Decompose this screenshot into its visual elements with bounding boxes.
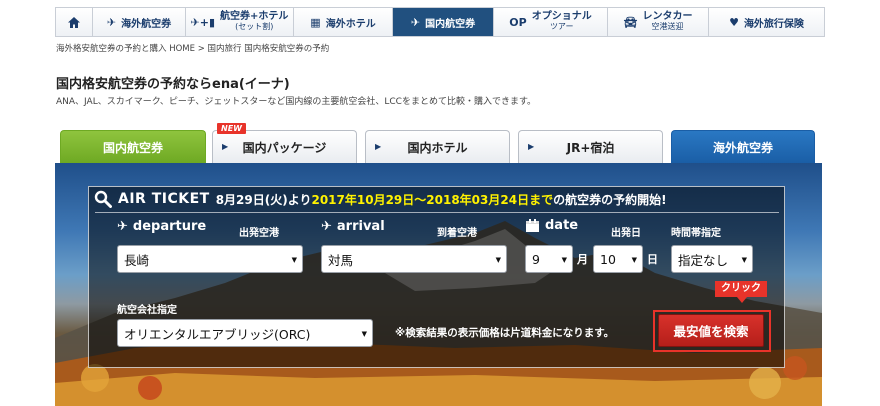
chevron-down-icon: ▼ (631, 256, 637, 264)
chevron-down-icon: ▼ (741, 256, 747, 264)
top-nav: ✈ 海外航空券 ✈+▮ 航空券+ホテル (セット割) ▦ 海外ホテル ✈ 国内航空… (55, 7, 825, 37)
click-callout: クリック (715, 281, 767, 297)
day-select[interactable]: 10 ▼ (593, 245, 643, 273)
arrival-label: 到着空港 (437, 228, 477, 239)
chevron-down-icon: ▼ (361, 330, 367, 338)
arrival-heading: ✈ arrival (321, 219, 385, 234)
tab-jr-stay[interactable]: ▶ JR+宿泊 (518, 130, 663, 163)
day-unit: 日 (647, 253, 658, 266)
airline-select[interactable]: オリエンタルエアブリッジ(ORC) ▼ (117, 319, 373, 347)
nav-overseas-flights[interactable]: ✈ 海外航空券 (93, 8, 186, 36)
search-icon (94, 190, 112, 208)
arrow-right-icon: ▶ (222, 142, 229, 151)
nav-overseas-hotels[interactable]: ▦ 海外ホテル (294, 8, 393, 36)
hotel-icon: ▦ (310, 15, 321, 29)
tab-overseas-flights[interactable]: 海外航空券 (671, 130, 815, 163)
date-label: 出発日 (611, 228, 641, 239)
chevron-down-icon: ▼ (495, 256, 501, 264)
tab-domestic-hotels[interactable]: ▶ 国内ホテル (365, 130, 510, 163)
tab-domestic-flights[interactable]: 国内航空券 (60, 130, 206, 163)
nav-domestic-flights[interactable]: ✈ 国内航空券 (393, 8, 494, 36)
chevron-down-icon: ▼ (561, 256, 567, 264)
departure-label: 出発空港 (239, 228, 279, 239)
nav-travel-insurance[interactable]: ♥ 海外旅行保険 (709, 8, 824, 36)
arrow-right-icon: ▶ (528, 142, 535, 151)
time-label: 時間帯指定 (671, 228, 721, 239)
header-divider (95, 212, 779, 213)
nav-rental-car[interactable]: 🚘︎ レンタカー 空港送迎 (608, 8, 709, 36)
departure-heading: ✈ departure (117, 219, 207, 234)
departure-select[interactable]: 長崎 ▼ (117, 245, 303, 273)
air-ticket-header: AIR TICKET 8月29日(火)より2017年10月29日〜2018年03… (94, 190, 667, 208)
arrow-right-icon: ▶ (375, 142, 382, 151)
airplane-icon: ✈ (117, 219, 128, 234)
date-heading: date (525, 218, 578, 233)
heart-icon: ♥ (729, 15, 739, 29)
domestic-flight-icon: ✈ (410, 15, 421, 29)
breadcrumb: 海外格安航空券の予約と購入 HOME > 国内旅行 国内格安航空券の予約 (56, 44, 330, 54)
nav-home[interactable] (56, 8, 93, 36)
air-ticket-search-form: AIR TICKET 8月29日(火)より2017年10月29日〜2018年03… (88, 186, 785, 368)
nav-flight-hotel[interactable]: ✈+▮ 航空券+ホテル (セット割) (186, 8, 294, 36)
tab-domestic-package[interactable]: ▶ 国内パッケージ (212, 130, 357, 163)
nav-optional-tours[interactable]: OP オプショナル ツアー (494, 8, 608, 36)
airplane-icon: ✈ (321, 219, 332, 234)
calendar-icon (526, 219, 539, 232)
price-note: ※検索結果の表示価格は片道料金になります。 (395, 327, 615, 339)
page-title: 国内格安航空券の予約ならena(イーナ) (56, 77, 290, 92)
car-icon: 🚘︎ (623, 15, 638, 29)
airline-label: 航空会社指定 (117, 305, 177, 316)
home-icon (68, 16, 80, 28)
chevron-down-icon: ▼ (291, 256, 297, 264)
arrival-select[interactable]: 対馬 ▼ (321, 245, 507, 273)
month-unit: 月 (577, 253, 588, 266)
time-select[interactable]: 指定なし ▼ (671, 245, 753, 273)
month-select[interactable]: 9 ▼ (525, 245, 573, 273)
airplane-icon: ✈ (106, 15, 117, 29)
page-subtitle: ANA、JAL、スカイマーク、ピーチ、ジェットスターなど国内線の主要航空会社、L… (56, 97, 537, 107)
search-cheapest-button[interactable]: 最安値を検索 (658, 314, 764, 347)
click-callout-pointer (737, 297, 747, 303)
new-badge: NEW (217, 123, 246, 134)
plane-hotel-icon: ✈+▮ (190, 15, 216, 29)
